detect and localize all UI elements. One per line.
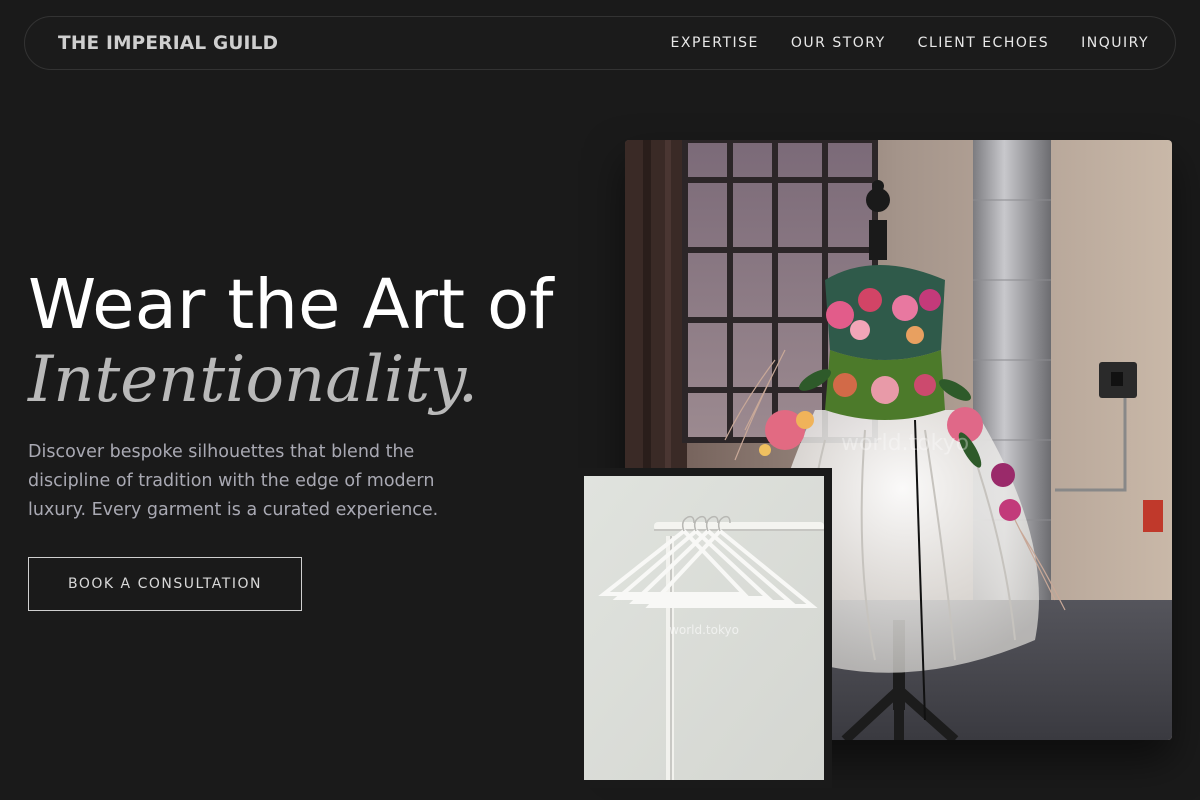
nav-link-client-echoes[interactable]: CLIENT ECHOES: [918, 35, 1049, 51]
book-consultation-button[interactable]: BOOK A CONSULTATION: [28, 557, 302, 611]
page: THE IMPERIAL GUILD EXPERTISE OUR STORY C…: [0, 0, 1200, 800]
nav-links: EXPERTISE OUR STORY CLIENT ECHOES INQUIR…: [671, 35, 1149, 51]
nav-link-inquiry[interactable]: INQUIRY: [1081, 35, 1149, 51]
hero-description: Discover bespoke silhouettes that blend …: [28, 442, 439, 520]
nav-link-expertise[interactable]: EXPERTISE: [671, 35, 759, 51]
main-image-watermark: world.tokyo: [841, 431, 969, 456]
small-image-watermark: world.tokyo: [669, 623, 739, 637]
hero-image-frame: world.tokyo: [576, 468, 832, 788]
hero-title-accent: Intentionality.: [28, 343, 479, 417]
top-nav: THE IMPERIAL GUILD EXPERTISE OUR STORY C…: [24, 16, 1176, 70]
brand-logo[interactable]: THE IMPERIAL GUILD: [58, 33, 278, 54]
hero-title: Wear the Art of Intentionality.: [28, 266, 553, 416]
hero-title-line1: Wear the Art of: [28, 265, 554, 345]
hero-image-hangers: world.tokyo: [584, 476, 824, 780]
nav-link-our-story[interactable]: OUR STORY: [791, 35, 886, 51]
